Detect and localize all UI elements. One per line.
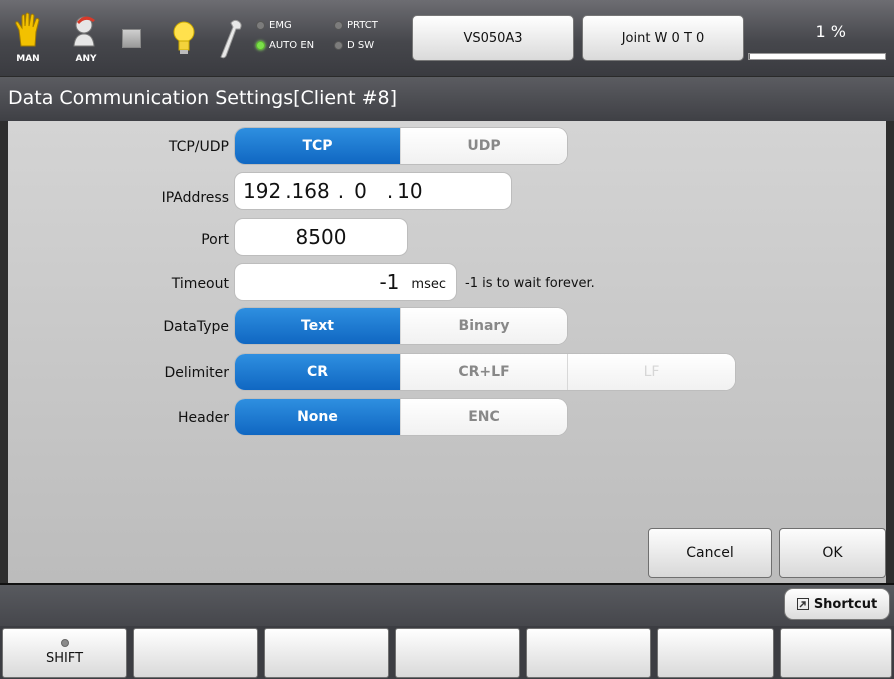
timeout-value: -1 (379, 270, 400, 294)
page-title: Data Communication Settings[Client #8] (8, 87, 398, 109)
timeout-unit: msec (411, 276, 446, 292)
ip-octet-2: .168 (285, 179, 330, 203)
port-label: Port (201, 232, 229, 248)
tcpudp-selector: TCP UDP (235, 128, 567, 164)
user-icon (73, 16, 95, 47)
prtct-lamp: PRTCT (334, 20, 378, 31)
cr-option[interactable]: CR (235, 354, 401, 390)
ip-dot: . (337, 179, 345, 203)
robot-model-button[interactable]: VS050A3 (412, 15, 574, 61)
text-option[interactable]: Text (235, 308, 401, 344)
lightbulb-icon (173, 21, 195, 54)
cancel-button[interactable]: Cancel (648, 528, 772, 578)
tcpudp-label: TCP/UDP (168, 139, 229, 155)
auto-en-dot-icon (256, 41, 265, 50)
lf-option: LF (568, 354, 735, 390)
dsw-dot-icon (334, 41, 343, 50)
timeout-note: -1 is to wait forever. (465, 276, 595, 291)
shift-led-icon (60, 639, 69, 647)
tcp-option[interactable]: TCP (235, 128, 401, 164)
status-lamps: EMG PRTCT AUTO EN D SW (256, 20, 406, 60)
ip-octet-1: 192 (243, 179, 282, 203)
function-key-6[interactable] (780, 628, 892, 678)
none-option[interactable]: None (235, 399, 401, 435)
enc-option[interactable]: ENC (401, 399, 567, 435)
hand-icon (15, 12, 40, 47)
emg-dot-icon (256, 21, 265, 30)
speed-indicator[interactable]: 1 % (748, 16, 886, 60)
function-key-3[interactable] (395, 628, 520, 678)
ip-address-label: IPAddress (161, 190, 229, 206)
title-bar: Data Communication Settings[Client #8] (0, 76, 894, 121)
stop-square-icon (122, 29, 141, 48)
delimiter-selector: CR CR+LF LF (235, 354, 735, 390)
function-key-5[interactable] (657, 628, 774, 678)
mode-label: MAN (16, 54, 40, 64)
udp-option[interactable]: UDP (401, 128, 567, 164)
user-level-label: ANY (75, 54, 97, 64)
status-bar: MAN ANY EMG PRTCT AUTO EN D SW VS050A3 J… (0, 0, 894, 76)
ok-button[interactable]: OK (779, 528, 886, 578)
dsw-lamp: D SW (334, 40, 374, 51)
coordinate-mode-button[interactable]: Joint W 0 T 0 (582, 15, 744, 61)
prtct-dot-icon (334, 21, 343, 30)
header-selector: None ENC (235, 399, 567, 435)
timeout-label: Timeout (171, 276, 229, 292)
ip-address-field[interactable]: 192 .168 . 0 . 10 (235, 173, 511, 209)
manual-mode-indicator[interactable]: MAN (8, 10, 48, 64)
function-key-2[interactable] (264, 628, 389, 678)
crlf-option[interactable]: CR+LF (401, 354, 568, 390)
port-field[interactable]: 8500 (235, 219, 407, 255)
speed-value: 1 % (815, 22, 846, 41)
emg-lamp: EMG (256, 20, 292, 31)
function-key-1[interactable] (133, 628, 258, 678)
auto-en-lamp: AUTO EN (256, 40, 314, 51)
shift-key[interactable]: SHIFT (2, 628, 127, 678)
header-label: Header (178, 410, 229, 426)
settings-panel: TCP/UDP TCP UDP IPAddress 192 .168 . 0 .… (0, 121, 894, 583)
shortcut-strip (0, 585, 894, 626)
datatype-selector: Text Binary (235, 308, 567, 344)
ip-octet-3: 0 (354, 179, 367, 203)
wrench-icon (220, 19, 242, 59)
function-key-bar: SHIFT (0, 626, 894, 679)
shortcut-arrow-icon (796, 598, 809, 610)
user-level-indicator[interactable]: ANY (66, 10, 106, 64)
speed-bar-fill (749, 54, 751, 59)
binary-option[interactable]: Binary (401, 308, 567, 344)
function-key-4[interactable] (526, 628, 651, 678)
shortcut-button[interactable]: Shortcut (784, 588, 890, 620)
ip-dot: . (386, 179, 394, 203)
speed-bar (748, 53, 886, 60)
timeout-field[interactable]: -1 msec (235, 264, 456, 300)
shift-label: SHIFT (45, 651, 84, 666)
ip-octet-4: 10 (397, 179, 423, 203)
datatype-label: DataType (163, 319, 229, 335)
shortcut-label: Shortcut (813, 596, 878, 612)
delimiter-label: Delimiter (164, 365, 229, 381)
